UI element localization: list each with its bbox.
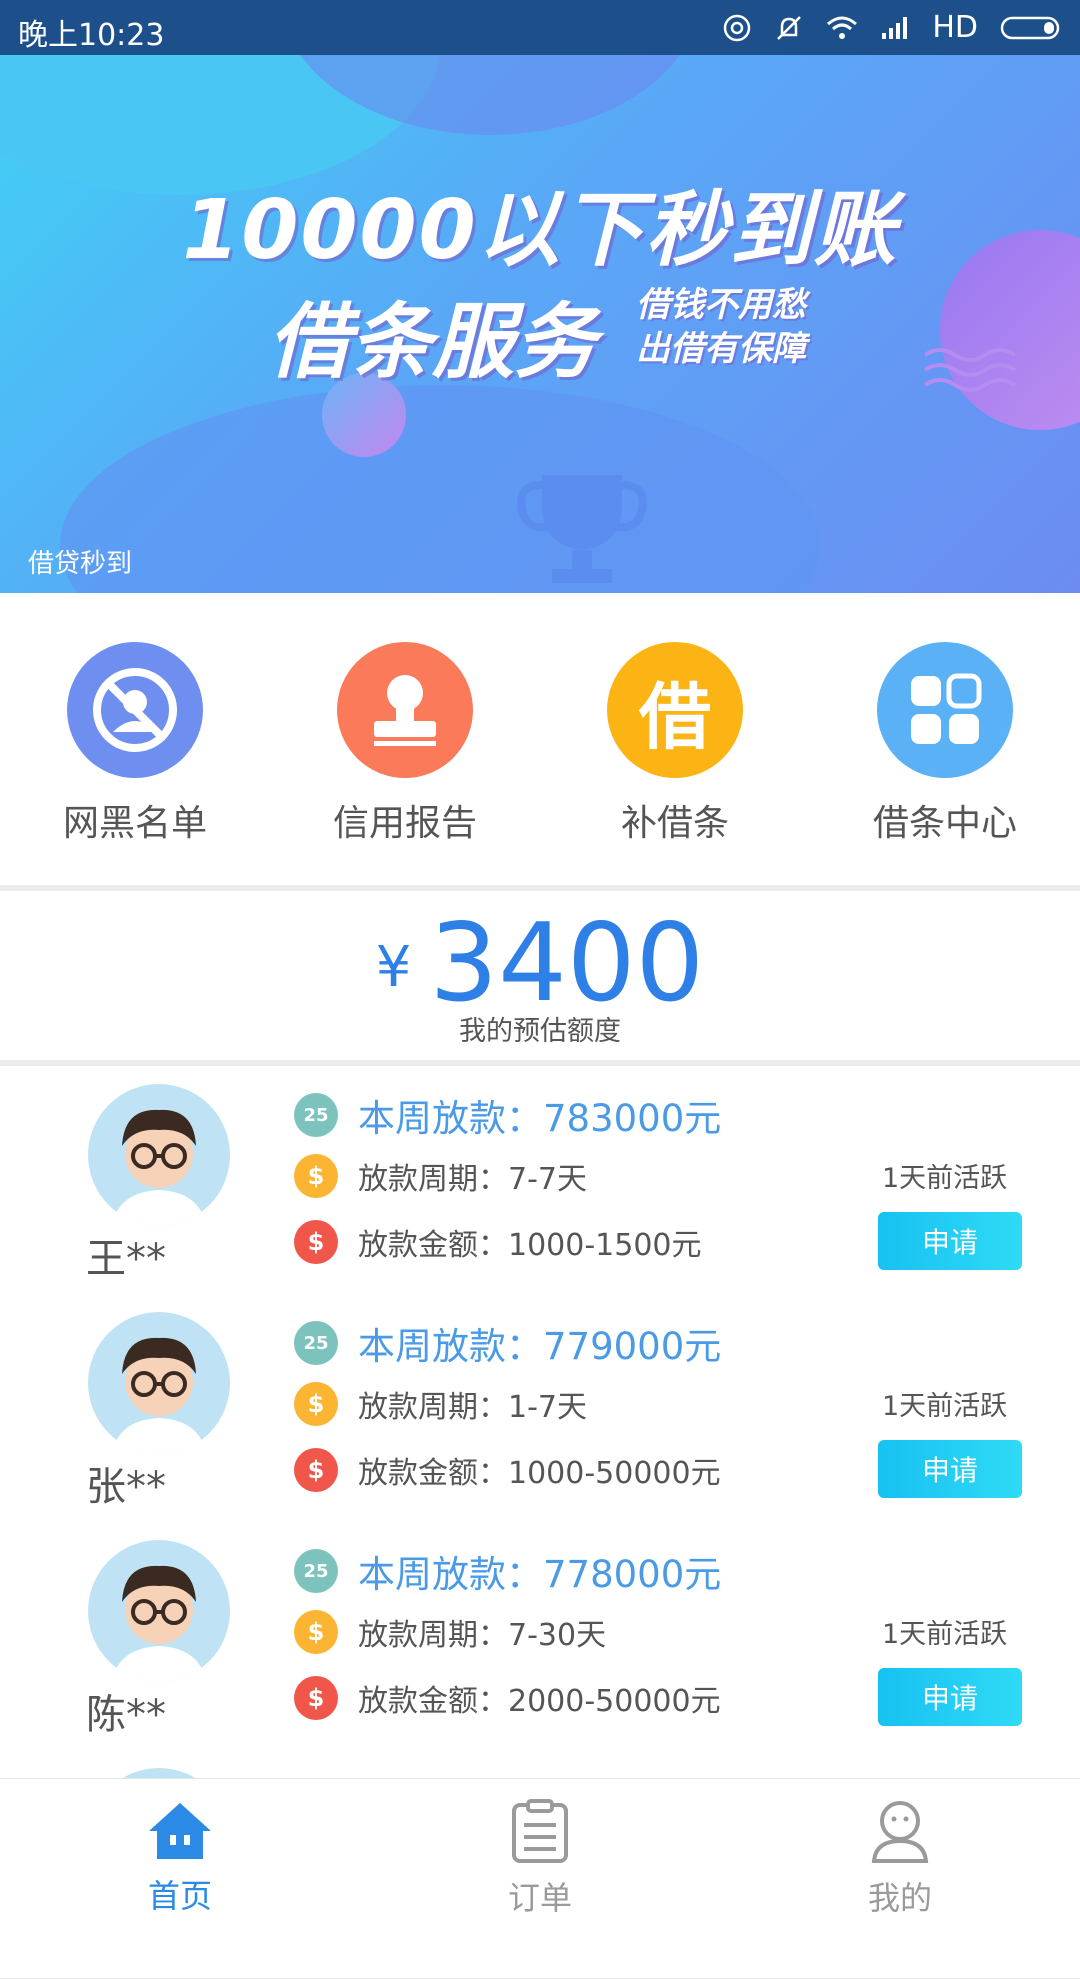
- tab-label: 首页: [147, 1877, 212, 1915]
- lender-row[interactable]: 王** 25 本周放款：783000元 $ 放款周期：7-7天 $ 放款金额：1…: [0, 1066, 1080, 1295]
- banner-title: 借条服务: [268, 295, 596, 390]
- coin-bag-icon: $: [294, 1154, 338, 1198]
- tab-orders[interactable]: 订单: [440, 1799, 640, 1919]
- quota-label: 我的预估额度: [459, 1016, 621, 1047]
- loan-amount-line: $ 放款金额：1000-1500元: [294, 1220, 702, 1264]
- apply-button[interactable]: 申请: [878, 1440, 1022, 1498]
- quick-item-label: 网黑名单: [62, 803, 207, 844]
- weekly-loan-text: 本周放款：779000元: [358, 1325, 722, 1368]
- bottom-tab-bar: 首页 订单 我的: [0, 1778, 1080, 1921]
- lender-row[interactable]: 陈** 25 本周放款：778000元 $ 放款周期：7-30天 $ 放款金额：…: [0, 1522, 1080, 1751]
- mute-icon: [777, 15, 802, 40]
- weekly-loan-line: 25 本周放款：778000元: [294, 1544, 721, 1598]
- lender-row[interactable]: 张** 25 本周放款：779000元 $ 放款周期：1-7天 $ 放款金额：1…: [0, 1294, 1080, 1523]
- tab-home[interactable]: 首页: [80, 1799, 280, 1917]
- quick-item-label: 补借条: [620, 803, 729, 844]
- lender-name: 张**: [86, 1464, 166, 1510]
- quick-item-iou-center[interactable]: 借条中心: [810, 642, 1080, 846]
- grid-icon: [877, 642, 1013, 778]
- dollar-icon: $: [294, 1676, 338, 1720]
- calendar-icon: 25: [294, 1093, 338, 1137]
- loan-period-text: 放款周期：1-7天: [358, 1390, 587, 1425]
- dollar-icon: $: [294, 1220, 338, 1264]
- loan-amount-text: 放款金额：1000-50000元: [358, 1456, 721, 1491]
- signal-icon: [882, 16, 908, 39]
- quick-item-label: 借条中心: [872, 803, 1017, 844]
- weekly-loan-text: 本周放款：778000元: [358, 1553, 722, 1596]
- apply-button[interactable]: 申请: [878, 1668, 1022, 1726]
- quota-value: 3400: [429, 901, 705, 1026]
- promo-banner[interactable]: 10000以下秒到账 借条服务 借钱不用愁 出借有保障 借贷秒到: [0, 55, 1080, 593]
- weekly-loan-line: 25 本周放款：779000元: [294, 1316, 721, 1370]
- lender-name: 陈**: [86, 1692, 166, 1738]
- trophy-icon: [517, 475, 647, 583]
- loan-amount-line: $ 放款金额：1000-50000元: [294, 1448, 721, 1492]
- tab-label: 我的: [867, 1879, 932, 1917]
- loan-period-line: $ 放款周期：1-7天: [294, 1382, 587, 1426]
- battery-icon: [1000, 16, 1060, 39]
- weekly-loan-text: 本周放款：783000元: [358, 1097, 722, 1140]
- loan-period-text: 放款周期：7-7天: [358, 1162, 587, 1197]
- loan-period-text: 放款周期：7-30天: [358, 1618, 607, 1653]
- estimated-quota: ¥3400 我的预估额度: [0, 891, 1080, 1060]
- quick-item-blacklist[interactable]: 网黑名单: [0, 642, 270, 846]
- quick-item-label: 信用报告: [332, 803, 477, 844]
- wifi-icon: [827, 16, 858, 39]
- status-bar: 晚上10:23 HD: [0, 0, 1080, 55]
- weekly-loan-line: 25 本周放款：783000元: [294, 1088, 721, 1142]
- quota-currency: ¥: [375, 935, 412, 1000]
- avatar: [88, 1084, 230, 1226]
- blacklist-icon: [67, 642, 203, 778]
- quick-menu: 网黑名单 信用报告 借 补借条 借条中心: [0, 595, 1080, 885]
- banner-slogan-2: 出借有保障: [636, 329, 806, 369]
- quota-amount: ¥3400: [0, 901, 1080, 1026]
- order-icon: [512, 1799, 568, 1863]
- quick-item-make-up-iou[interactable]: 借 补借条: [540, 642, 810, 846]
- wave-lines-icon: [923, 348, 1017, 392]
- tab-label: 订单: [507, 1879, 572, 1917]
- calendar-icon: 25: [294, 1321, 338, 1365]
- coin-bag-icon: $: [294, 1610, 338, 1654]
- quick-item-credit-report[interactable]: 信用报告: [270, 642, 540, 846]
- coin-bag-icon: $: [294, 1382, 338, 1426]
- banner-blob-shape: [60, 385, 820, 593]
- loan-period-line: $ 放款周期：7-7天: [294, 1154, 587, 1198]
- network-type: HD: [932, 10, 978, 45]
- loan-amount-line: $ 放款金额：2000-50000元: [294, 1676, 721, 1720]
- profile-icon: [871, 1801, 929, 1863]
- home-icon: [149, 1803, 211, 1859]
- last-active-text: 1天前活跃: [882, 1391, 1008, 1422]
- dollar-icon: $: [294, 1448, 338, 1492]
- avatar: [88, 1540, 230, 1682]
- banner-slogan-1: 借钱不用愁: [636, 285, 806, 325]
- loan-amount-text: 放款金额：2000-50000元: [358, 1684, 721, 1719]
- banner-caption: 借贷秒到: [28, 549, 133, 579]
- calendar-icon: 25: [294, 1549, 338, 1593]
- status-time: 晚上10:23: [18, 18, 165, 53]
- lender-name: 王**: [86, 1236, 166, 1282]
- apply-button[interactable]: 申请: [878, 1212, 1022, 1270]
- last-active-text: 1天前活跃: [882, 1163, 1008, 1194]
- avatar: [88, 1312, 230, 1454]
- borrow-char-glyph: 借: [638, 674, 711, 759]
- last-active-text: 1天前活跃: [882, 1619, 1008, 1650]
- status-icons: HD: [722, 10, 1064, 45]
- borrow-char-icon: 借: [607, 642, 743, 778]
- loan-amount-text: 放款金额：1000-1500元: [358, 1228, 702, 1263]
- banner-headline: 10000以下秒到账: [182, 183, 898, 278]
- tab-profile[interactable]: 我的: [800, 1799, 1000, 1919]
- hotspot-icon: [724, 14, 751, 41]
- loan-period-line: $ 放款周期：7-30天: [294, 1610, 606, 1654]
- stamp-icon: [337, 642, 473, 778]
